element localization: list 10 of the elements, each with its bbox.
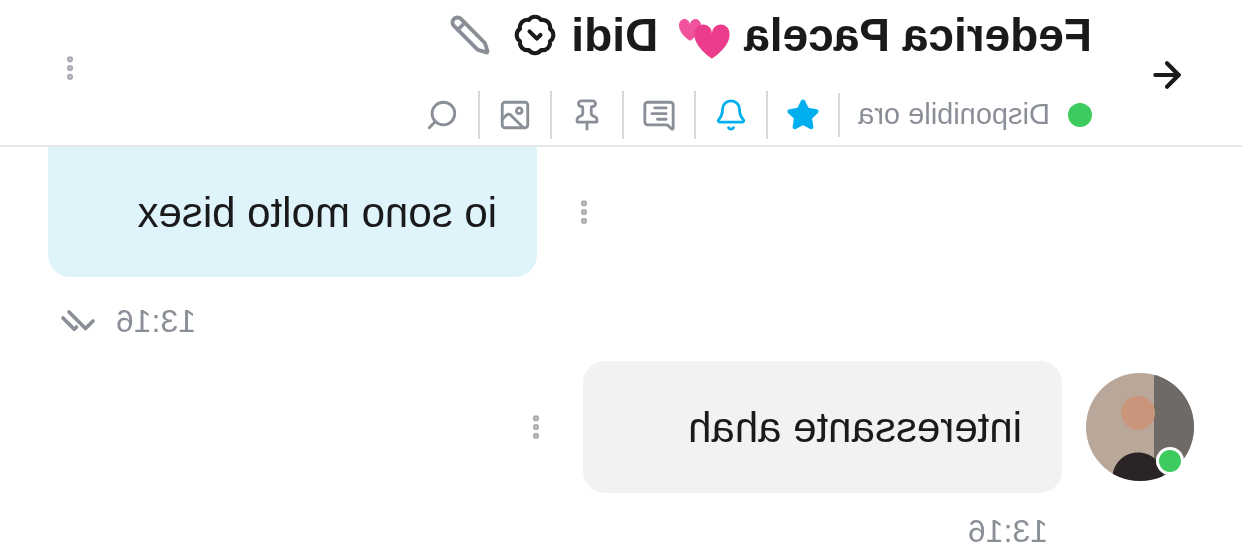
star-icon[interactable]: [786, 98, 821, 132]
sent-message: io sono molto bisex: [48, 147, 537, 277]
edit-icon[interactable]: [449, 14, 492, 56]
contact-name: Federica Pacela: [744, 7, 1092, 63]
status-text: Disponibile ora: [838, 93, 1050, 137]
received-message: interessante ahah: [583, 361, 1062, 493]
message-time: 13:16: [967, 512, 1048, 551]
contact-nickname: Didi: [571, 7, 659, 63]
message-time: 13:16: [116, 302, 197, 341]
note-icon[interactable]: [642, 98, 677, 132]
